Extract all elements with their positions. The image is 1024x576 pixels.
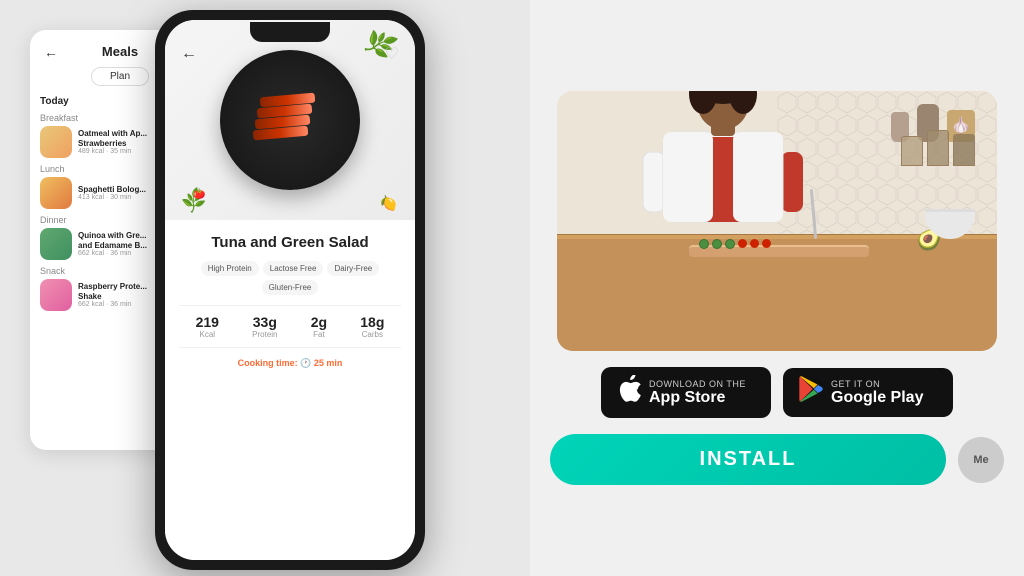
food-title: Tuna and Green Salad (179, 234, 401, 251)
tuna-plate-visual (245, 90, 335, 150)
phone-notch (250, 22, 330, 42)
meal-name: Oatmeal with Ap...Strawberries (78, 129, 147, 148)
google-play-button[interactable]: GET IT ON Google Play (783, 368, 953, 417)
meal-meta: 662 kcal · 36 min (78, 301, 147, 308)
nutrition-row: 219 Kcal 33g Protein 2g Fat 18g (179, 305, 401, 348)
cucumber-slice (699, 239, 709, 249)
nutrition-kcal-label: Kcal (196, 330, 219, 339)
tags-row: High Protein Lactose Free Dairy-Free Glu… (179, 261, 401, 295)
cucumber-slice (725, 239, 735, 249)
meal-info: Oatmeal with Ap...Strawberries 489 kcal … (78, 129, 147, 155)
clock-icon: 🕐 (300, 358, 311, 368)
meal-thumbnail (40, 126, 72, 158)
cucumber-slice (712, 239, 722, 249)
meal-info: Quinoa with Gre...and Edamame B... 662 k… (78, 231, 147, 257)
meals-back-icon[interactable]: ← (44, 44, 58, 60)
nutrition-fat: 2g Fat (311, 314, 327, 339)
left-panel: ← Meals Plan Today Breakfast Oatmeal wit… (0, 0, 530, 576)
tag-lactose-free: Lactose Free (263, 261, 324, 276)
nutrition-kcal: 219 Kcal (196, 314, 219, 339)
tag-dairy-free: Dairy-Free (327, 261, 379, 276)
kitchen-photo: 🧄 (557, 91, 997, 351)
person-svg (623, 91, 823, 252)
plan-tab-button[interactable]: Plan (91, 67, 149, 86)
tomato (750, 239, 759, 248)
google-play-logo-svg (799, 376, 823, 402)
phone-device: ← ♡ 🌿 (155, 10, 425, 570)
food-plate (220, 50, 360, 190)
google-play-text: GET IT ON Google Play (831, 379, 923, 407)
cooking-time-label: Cooking time: (238, 358, 301, 368)
meal-thumb-image (40, 228, 72, 260)
nutrition-carbs-label: Carbs (360, 330, 384, 339)
tag-high-protein: High Protein (201, 261, 259, 276)
meal-thumbnail (40, 177, 72, 209)
cooking-time-value: 25 min (314, 358, 343, 368)
tag-gluten-free: Gluten-Free (262, 280, 319, 295)
meal-meta: 489 kcal · 35 min (78, 148, 147, 155)
google-play-subtitle: GET IT ON (831, 379, 923, 389)
app-store-text: Download on the App Store (649, 379, 746, 407)
cutting-board (689, 245, 869, 257)
phone-screen: ← ♡ 🌿 (165, 20, 415, 560)
kitchen-scene: 🧄 (557, 91, 997, 351)
nutrition-protein-label: Protein (252, 330, 277, 339)
nutrition-protein-value: 33g (252, 314, 277, 330)
meal-thumbnail (40, 279, 72, 311)
food-detail-area: Tuna and Green Salad High Protein Lactos… (165, 220, 415, 560)
meal-thumb-image (40, 177, 72, 209)
google-play-title: Google Play (831, 389, 923, 407)
nutrition-carbs-value: 18g (360, 314, 384, 330)
jar-2 (927, 130, 949, 166)
cooking-time: Cooking time: 🕐 25 min (179, 358, 401, 369)
meal-name: Raspberry Prote...Shake (78, 282, 147, 301)
app-store-title: App Store (649, 389, 746, 407)
phone-screen-header: ← ♡ (165, 44, 415, 64)
nutrition-fat-value: 2g (311, 314, 327, 330)
jar-1 (901, 136, 923, 166)
salad-leaf-right: 🍋 (377, 193, 399, 215)
meal-name: Spaghetti Bolog... (78, 185, 146, 195)
meal-meta: 413 kcal · 30 min (78, 194, 146, 201)
meal-info: Spaghetti Bolog... 413 kcal · 30 min (78, 185, 146, 202)
nutrition-protein: 33g Protein (252, 314, 277, 339)
tomato (762, 239, 771, 248)
right-panel: 🧄 (530, 0, 1024, 576)
meal-name: Quinoa with Gre...and Edamame B... (78, 231, 147, 250)
meal-info: Raspberry Prote...Shake 662 kcal · 36 mi… (78, 282, 147, 308)
cherry-tomato: 🍅 (193, 189, 205, 200)
phone-back-button[interactable]: ← (181, 45, 197, 63)
jar-3 (953, 134, 975, 166)
meals-card-title: Meals (102, 44, 138, 59)
app-store-button[interactable]: Download on the App Store (601, 367, 771, 418)
google-play-icon (799, 376, 823, 409)
install-row: INSTALL Me (550, 434, 1004, 485)
nutrition-kcal-value: 219 (196, 314, 219, 330)
nutrition-carbs: 18g Carbs (360, 314, 384, 339)
apple-icon (617, 375, 641, 410)
food-on-board (699, 239, 771, 249)
meal-meta: 662 kcal · 36 min (78, 250, 147, 257)
phone-outer: ← ♡ 🌿 (155, 10, 425, 570)
avatar[interactable]: Me (958, 437, 1004, 483)
meal-thumb-image (40, 279, 72, 311)
jars-area (901, 130, 975, 166)
meal-thumbnail (40, 228, 72, 260)
phone-heart-button[interactable]: ♡ (385, 44, 399, 64)
meal-thumb-image (40, 126, 72, 158)
tomato (738, 239, 747, 248)
nutrition-fat-label: Fat (311, 330, 327, 339)
app-store-subtitle: Download on the (649, 379, 746, 389)
store-buttons-row: Download on the App Store GET IT ON Goog… (601, 367, 953, 418)
install-button[interactable]: INSTALL (550, 434, 946, 485)
apple-logo-svg (617, 375, 641, 403)
